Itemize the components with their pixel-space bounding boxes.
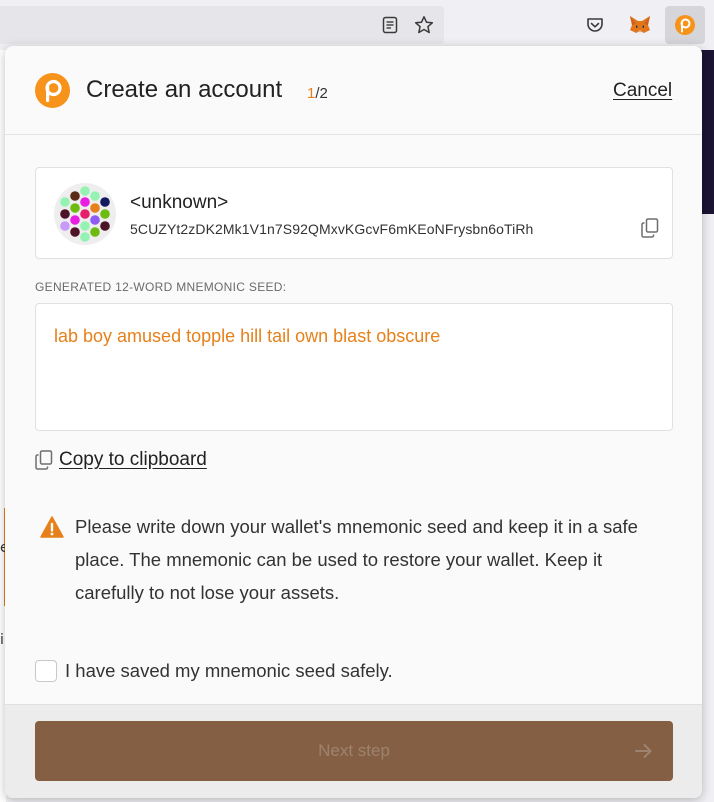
copy-icon (35, 450, 53, 470)
popup-footer: Next step (5, 704, 702, 798)
reader-view-icon[interactable] (376, 11, 404, 39)
account-address: 5CUZYt2zDK2Mk1V1n7S92QMxvKGcvF6mKEoNFrys… (130, 221, 534, 237)
copy-address-icon[interactable] (641, 218, 659, 238)
polkadot-extension-icon[interactable] (665, 6, 705, 44)
saved-seed-checkbox-label[interactable]: I have saved my mnemonic seed safely. (65, 660, 393, 682)
warning-message: Please write down your wallet's mnemonic… (75, 516, 638, 603)
account-card: <unknown> 5CUZYt2zDK2Mk1V1n7S92QMxvKGcvF… (35, 167, 673, 259)
copy-to-clipboard-button[interactable]: Copy to clipboard (35, 448, 207, 472)
create-account-popup: Create an account 1/2 Cancel <unknown> 5… (5, 46, 702, 798)
popup-header: Create an account 1/2 Cancel (5, 46, 702, 135)
page-title: Create an account (86, 76, 283, 103)
warning-icon (40, 516, 64, 538)
saved-seed-checkbox[interactable] (35, 660, 57, 682)
next-step-label: Next step (318, 741, 390, 760)
cancel-link[interactable]: Cancel (613, 80, 672, 102)
background-page-dark-panel (700, 50, 714, 214)
next-step-button[interactable]: Next step (35, 721, 673, 781)
background-text-fragment: i (0, 632, 4, 648)
pocket-icon[interactable] (581, 11, 609, 39)
copy-to-clipboard-label: Copy to clipboard (59, 449, 207, 470)
step-indicator: 1/2 (307, 85, 328, 102)
metamask-fox-icon[interactable] (626, 11, 654, 39)
polkadot-logo-icon (35, 73, 70, 108)
seed-phrase: lab boy amused topple hill tail own blas… (54, 326, 441, 346)
step-total: /2 (315, 85, 328, 102)
account-name: <unknown> (130, 192, 229, 213)
seed-textarea[interactable]: lab boy amused topple hill tail own blas… (35, 303, 673, 431)
seed-label: GENERATED 12-WORD MNEMONIC SEED: (35, 280, 287, 294)
bookmark-star-icon[interactable] (410, 11, 438, 39)
account-identicon (54, 183, 116, 245)
arrow-right-icon (635, 744, 652, 758)
